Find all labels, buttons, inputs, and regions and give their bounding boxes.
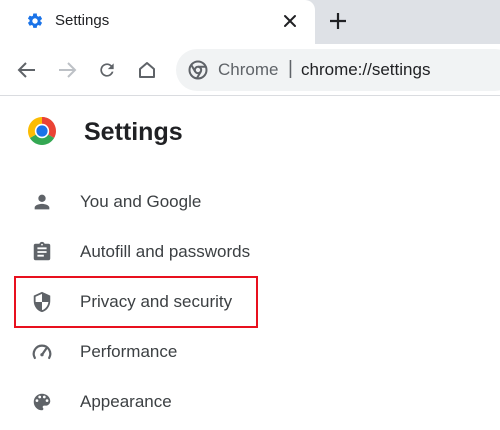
url-text[interactable]: chrome://settings (301, 59, 430, 81)
home-icon (139, 62, 155, 78)
omnibox-separator: | (288, 58, 293, 79)
speedometer-icon (32, 344, 52, 360)
arrow-right-icon (59, 62, 77, 78)
sidebar-item-label: Performance (80, 342, 178, 361)
omnibox-chip-label: Chrome (218, 60, 279, 79)
sidebar-item-you-and-google[interactable]: You and Google (0, 181, 300, 221)
home-button[interactable] (135, 58, 159, 82)
gear-icon (27, 13, 43, 28)
chrome-logo-icon (28, 117, 56, 145)
back-button[interactable] (15, 58, 39, 82)
sidebar-item-label: Autofill and passwords (80, 242, 251, 261)
forward-button[interactable] (55, 58, 79, 82)
browser-toolbar: Chrome | chrome://settings (0, 44, 500, 96)
sidebar-item-autofill[interactable]: Autofill and passwords (0, 231, 300, 271)
tab-title: Settings (55, 12, 110, 29)
plus-icon (330, 13, 346, 29)
tab-close-button[interactable] (280, 11, 300, 31)
palette-icon (33, 393, 51, 411)
chrome-icon (188, 60, 208, 80)
highlight-box (14, 276, 258, 328)
sidebar-item-appearance[interactable]: Appearance (0, 381, 300, 421)
sidebar-item-label: You and Google (80, 192, 202, 211)
tab-strip: Settings (0, 0, 500, 44)
reload-button[interactable] (95, 58, 119, 82)
clipboard-icon (33, 241, 51, 261)
reload-icon (100, 63, 114, 77)
new-tab-button[interactable] (326, 9, 350, 33)
arrow-left-icon (17, 62, 35, 78)
address-bar[interactable]: Chrome | chrome://settings (176, 49, 500, 91)
sidebar-item-label: Appearance (80, 392, 172, 411)
page-title: Settings (84, 118, 183, 146)
close-icon (284, 15, 296, 27)
tab-settings[interactable]: Settings (0, 0, 315, 44)
sidebar-item-performance[interactable]: Performance (0, 331, 300, 371)
person-icon (34, 194, 50, 210)
